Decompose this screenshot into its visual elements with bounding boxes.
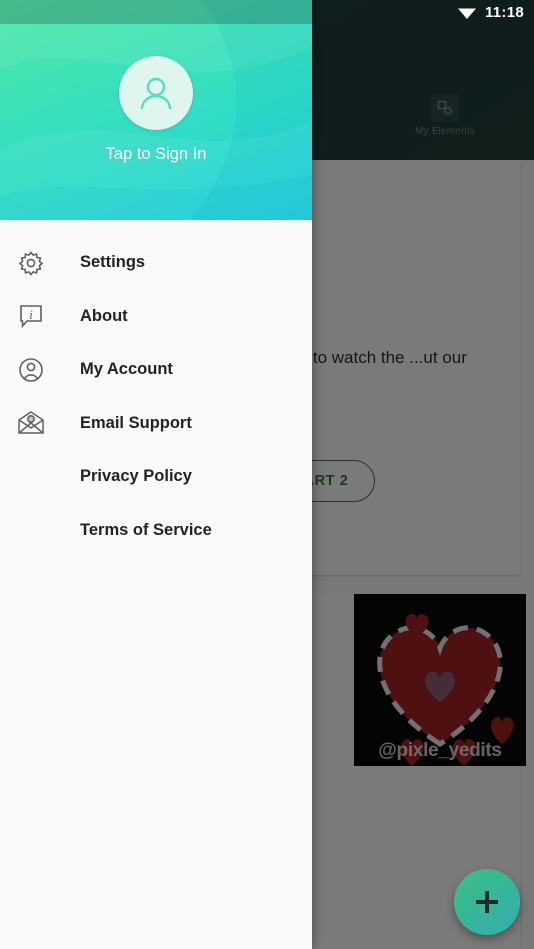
sidebar-item-terms-of-service[interactable]: Terms of Service bbox=[0, 504, 312, 558]
drawer-menu: Settings i About My Account @ Email Supp… bbox=[0, 220, 312, 557]
sidebar-item-settings[interactable]: Settings bbox=[0, 236, 312, 290]
sidebar-item-my-account[interactable]: My Account bbox=[0, 343, 312, 397]
svg-text:i: i bbox=[29, 307, 33, 322]
phone-screen: n My Elements bbox=[0, 0, 534, 949]
person-avatar-icon bbox=[140, 77, 172, 110]
sidebar-item-about-label: About bbox=[80, 306, 128, 325]
sidebar-item-settings-label: Settings bbox=[80, 253, 146, 272]
sidebar-item-email-support-label: Email Support bbox=[80, 413, 192, 432]
tap-to-sign-in-label[interactable]: Tap to Sign In bbox=[0, 145, 312, 164]
svg-text:@: @ bbox=[27, 417, 34, 424]
drawer-statusbar-tint bbox=[0, 0, 312, 24]
sidebar-item-privacy-policy[interactable]: Privacy Policy bbox=[0, 450, 312, 504]
sidebar-item-terms-of-service-label: Terms of Service bbox=[80, 520, 212, 539]
sidebar-item-about[interactable]: i About bbox=[0, 290, 312, 344]
drawer-header[interactable]: Tap to Sign In bbox=[0, 0, 312, 220]
sidebar-item-email-support[interactable]: @ Email Support bbox=[0, 397, 312, 451]
gear-icon bbox=[14, 246, 48, 280]
sidebar-item-privacy-policy-label: Privacy Policy bbox=[80, 467, 192, 486]
add-fab-button[interactable] bbox=[454, 869, 520, 935]
navigation-drawer: Tap to Sign In Settings i About My Accou… bbox=[0, 0, 312, 949]
plus-icon bbox=[476, 891, 498, 913]
email-at-icon: @ bbox=[14, 406, 48, 440]
person-circle-icon bbox=[14, 353, 48, 387]
info-bubble-icon: i bbox=[14, 299, 48, 333]
sidebar-item-my-account-label: My Account bbox=[80, 360, 173, 379]
avatar[interactable] bbox=[119, 56, 193, 130]
